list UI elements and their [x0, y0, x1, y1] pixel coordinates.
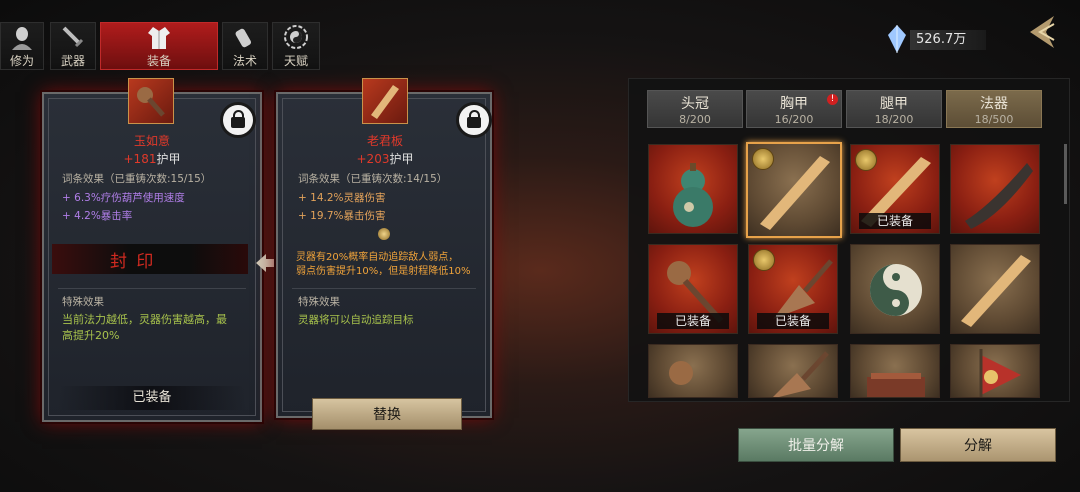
- entry-header: 词条效果（已重铸次数:14/15）: [298, 173, 448, 185]
- coin-icon: [753, 249, 775, 271]
- tab-headgear[interactable]: 头冠 8/200: [647, 90, 743, 128]
- tab-artifact[interactable]: 法器 18/500: [946, 90, 1042, 128]
- coin-icon: [752, 148, 774, 170]
- seal-banner: 封 印: [52, 244, 248, 274]
- sword-icon: [62, 26, 84, 48]
- tab-label: 法术: [232, 54, 257, 68]
- inventory-slot[interactable]: [648, 344, 738, 398]
- horn-item-icon: [965, 163, 1033, 229]
- special-header: 特殊效果: [298, 296, 340, 308]
- tab-spell[interactable]: 法术: [222, 22, 268, 70]
- seal-text: 封 印: [110, 252, 156, 272]
- bagua-icon: [284, 25, 308, 49]
- special-header: 特殊效果: [62, 296, 104, 308]
- armor-value: +203: [356, 152, 390, 166]
- disassemble-button[interactable]: 分解: [900, 428, 1056, 462]
- special-text: 当前法力越低，灵器伤害越高，最高提升20%: [62, 313, 227, 342]
- tab-count: 18/200: [874, 113, 914, 126]
- tab-weapon[interactable]: 武器: [50, 22, 96, 70]
- equipped-badge: 已装备: [657, 313, 729, 329]
- equipped-badge: 已装备: [757, 313, 829, 329]
- tab-label: 天赋: [283, 54, 308, 68]
- tab-name: 头冠: [681, 96, 709, 112]
- spirit-effect-line: 弱点伤害提升10%，但是射程降低10%: [296, 266, 471, 277]
- crystal-icon: [888, 25, 906, 53]
- entry-line: + 6.3%疗伤葫芦使用速度: [62, 192, 185, 204]
- inventory-slot[interactable]: [850, 344, 940, 398]
- inventory-slot[interactable]: [950, 144, 1040, 234]
- tab-label: 修为: [9, 54, 34, 68]
- armor-label: 护甲: [156, 152, 181, 166]
- tab-cultivation[interactable]: 修为: [0, 22, 44, 70]
- scroll-icon: [235, 28, 251, 48]
- vessel-item-icon: [867, 373, 925, 397]
- inventory-slot[interactable]: [648, 144, 738, 234]
- inventory-slot[interactable]: [950, 244, 1040, 334]
- tab-label: 武器: [60, 54, 85, 68]
- ruyi-item-icon: [669, 361, 693, 385]
- tab-name: 法器: [980, 96, 1008, 112]
- alert-badge: !: [827, 94, 838, 105]
- gourd-item-icon: [673, 163, 713, 227]
- tab-talent[interactable]: 天赋: [272, 22, 320, 70]
- armor-label: 护甲: [389, 152, 414, 166]
- scrollbar[interactable]: [1064, 144, 1067, 204]
- equipped-badge: 已装备: [859, 213, 931, 229]
- currency-display: 526.7万: [886, 24, 986, 54]
- taiji-item-icon: [870, 264, 922, 316]
- entry-line: + 14.2%灵器伤害: [298, 192, 386, 204]
- tab-count: 16/200: [774, 113, 814, 126]
- batch-disassemble-button[interactable]: 批量分解: [738, 428, 894, 462]
- inventory-slot[interactable]: [746, 142, 842, 238]
- tab-leg[interactable]: 腿甲 18/200: [846, 90, 942, 128]
- head-icon: [12, 27, 32, 50]
- tab-count: 8/200: [679, 113, 711, 126]
- plank-item-icon: [961, 255, 1031, 327]
- ruyi-item-icon: [128, 78, 174, 124]
- tab-name: 腿甲: [880, 96, 908, 112]
- entry-line: + 19.7%暴击伤害: [298, 210, 386, 222]
- inventory-slot[interactable]: [950, 344, 1040, 398]
- banner-item-icon: [979, 349, 1021, 397]
- whisk-item-icon: [773, 351, 829, 397]
- item-name: 玉如意: [133, 134, 170, 148]
- currency-value: 526.7万: [910, 30, 986, 50]
- entry-header: 词条效果（已重铸次数:15/15）: [62, 173, 212, 185]
- plank-item-icon: [362, 78, 408, 124]
- tab-chest[interactable]: 胸甲 16/200 !: [746, 90, 842, 128]
- tab-count: 18/500: [974, 113, 1014, 126]
- inventory-slot[interactable]: [748, 344, 838, 398]
- inventory-slot[interactable]: 已装备: [850, 144, 940, 234]
- back-icon[interactable]: [1024, 12, 1058, 52]
- inventory-slot[interactable]: [850, 244, 940, 334]
- inventory-slot[interactable]: 已装备: [748, 244, 838, 334]
- spirit-effect-line: 灵器有20%概率自动追踪敌人弱点，: [296, 252, 459, 263]
- tab-equipment[interactable]: 装备: [100, 22, 218, 70]
- special-text: 灵器将可以自动追踪目标: [298, 314, 414, 326]
- equipped-label: 已装备: [58, 386, 246, 410]
- robe-icon: [148, 27, 170, 49]
- tab-label: 装备: [146, 54, 171, 68]
- replace-button[interactable]: 替换: [312, 398, 462, 430]
- armor-stat: +181护甲: [60, 150, 244, 167]
- entry-line: + 4.2%暴击率: [62, 210, 133, 222]
- armor-stat: +203护甲: [290, 150, 480, 167]
- inventory-slot[interactable]: 已装备: [648, 244, 738, 334]
- item-name: 老君板: [366, 134, 403, 148]
- gem-icon: [378, 228, 390, 240]
- coin-icon: [855, 149, 877, 171]
- armor-value: +181: [123, 152, 157, 166]
